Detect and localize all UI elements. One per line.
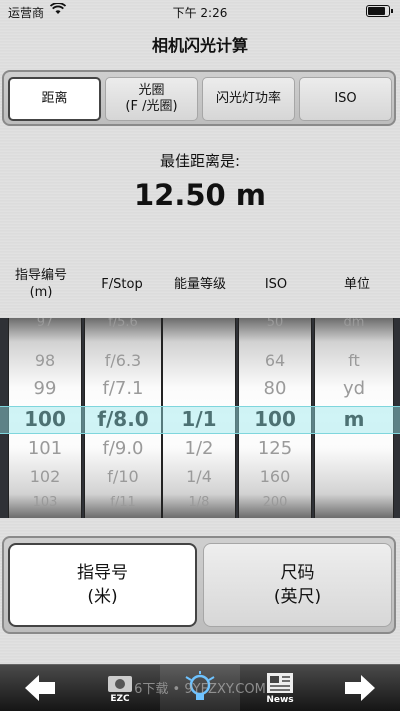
picker-item[interactable]: 64 bbox=[239, 348, 311, 374]
ezc-icon bbox=[105, 672, 135, 694]
header-fstop: F/Stop bbox=[101, 276, 143, 292]
picker-item[interactable]: dm bbox=[315, 318, 393, 336]
picker-item[interactable] bbox=[163, 318, 235, 336]
status-time: 下午 2:26 bbox=[172, 6, 228, 20]
tab-ezc-label: EZC bbox=[110, 694, 130, 704]
picker-item[interactable] bbox=[315, 464, 393, 490]
picker-item[interactable]: 101 bbox=[9, 436, 81, 462]
picker-item[interactable]: 97 bbox=[9, 318, 81, 336]
status-bar: 运营商 下午 2:26 bbox=[0, 0, 400, 22]
result-label: 最佳距离是: bbox=[159, 152, 241, 170]
wheel-guide-number[interactable]: 97 98 99 100 101 102 103 bbox=[8, 318, 82, 518]
value-picker: 97 98 99 100 101 102 103 f/5.6 f/6.3 f/7.1 f/8.0 f… bbox=[0, 318, 400, 518]
picker-item[interactable]: 102 bbox=[9, 464, 81, 490]
segment-iso[interactable]: ISO bbox=[299, 77, 392, 121]
battery-icon bbox=[366, 5, 393, 17]
guide-number-meters-button[interactable]: 指导号 (米) bbox=[8, 543, 197, 627]
picker-item[interactable]: f/10 bbox=[85, 464, 161, 490]
picker-item[interactable]: 1/1 bbox=[163, 406, 235, 432]
picker-item[interactable]: f/6.3 bbox=[85, 348, 161, 374]
picker-item[interactable]: 99 bbox=[9, 376, 81, 402]
tab-news[interactable]: News bbox=[240, 665, 320, 711]
picker-item[interactable] bbox=[163, 348, 235, 374]
picker-item[interactable]: f/11 bbox=[85, 490, 161, 516]
picker-item[interactable] bbox=[315, 490, 393, 516]
picker-item[interactable]: yd bbox=[315, 376, 393, 402]
segment-distance[interactable]: 距离 bbox=[8, 77, 101, 121]
picker-item[interactable]: f/9.0 bbox=[85, 436, 161, 462]
picker-item[interactable]: f/7.1 bbox=[85, 376, 161, 402]
page-title: 相机闪光计算 bbox=[151, 36, 248, 55]
picker-item[interactable]: 125 bbox=[239, 436, 311, 462]
picker-item[interactable]: 1/2 bbox=[163, 436, 235, 462]
news-icon bbox=[265, 671, 295, 695]
header-iso: ISO bbox=[264, 276, 288, 292]
tab-news-label: News bbox=[266, 695, 294, 705]
picker-item[interactable]: 160 bbox=[239, 464, 311, 490]
arrow-left-icon bbox=[23, 673, 57, 703]
picker-item[interactable] bbox=[315, 436, 393, 462]
picker-item[interactable]: f/5.6 bbox=[85, 318, 161, 336]
picker-item[interactable]: 1/8 bbox=[163, 490, 235, 516]
tab-back[interactable] bbox=[0, 665, 80, 711]
header-guide-number: 指导编号 (m) bbox=[14, 268, 67, 300]
arrow-right-icon bbox=[343, 673, 377, 703]
picker-item[interactable]: ft bbox=[315, 348, 393, 374]
wheel-iso[interactable]: 50 64 80 100 125 160 200 bbox=[238, 318, 312, 518]
result-value: 12.50 m bbox=[133, 178, 267, 212]
picker-item[interactable]: 80 bbox=[239, 376, 311, 402]
flash-bulb-icon bbox=[183, 671, 217, 705]
picker-item[interactable]: 1/4 bbox=[163, 464, 235, 490]
picker-item[interactable] bbox=[163, 376, 235, 402]
picker-item[interactable]: m bbox=[315, 406, 393, 432]
picker-item[interactable]: 200 bbox=[239, 490, 311, 516]
header-power-level: 能量等级 bbox=[173, 276, 226, 292]
tab-forward[interactable] bbox=[320, 665, 400, 711]
calc-mode-segmented-control: 距离 光圈 (F /光圈) 闪光灯功率 ISO bbox=[2, 70, 396, 126]
wheel-unit[interactable]: dm ft yd m bbox=[314, 318, 394, 518]
wheel-fstop[interactable]: f/5.6 f/6.3 f/7.1 f/8.0 f/9.0 f/10 f/11 bbox=[84, 318, 162, 518]
picker-item[interactable]: 98 bbox=[9, 348, 81, 374]
tab-bar: EZC News bbox=[0, 664, 400, 711]
segment-flash-power[interactable]: 闪光灯功率 bbox=[202, 77, 295, 121]
yards-feet-button[interactable]: 尺码 (英尺) bbox=[203, 543, 392, 627]
header-unit: 单位 bbox=[343, 276, 370, 292]
tab-flash[interactable] bbox=[160, 665, 240, 711]
picker-item[interactable]: 100 bbox=[239, 406, 311, 432]
segment-aperture[interactable]: 光圈 (F /光圈) bbox=[105, 77, 198, 121]
picker-column-headers: 指导编号 (m) F/Stop 能量等级 ISO 单位 bbox=[0, 264, 400, 304]
wheel-power-level[interactable]: 1/1 1/2 1/4 1/8 bbox=[162, 318, 236, 518]
picker-item[interactable]: f/8.0 bbox=[85, 406, 161, 432]
unit-toggle: 指导号 (米) 尺码 (英尺) bbox=[2, 536, 396, 634]
picker-item[interactable]: 100 bbox=[9, 406, 81, 432]
tab-ezc[interactable]: EZC bbox=[80, 665, 160, 711]
picker-item[interactable]: 50 bbox=[239, 318, 311, 336]
picker-item[interactable]: 103 bbox=[9, 490, 81, 516]
